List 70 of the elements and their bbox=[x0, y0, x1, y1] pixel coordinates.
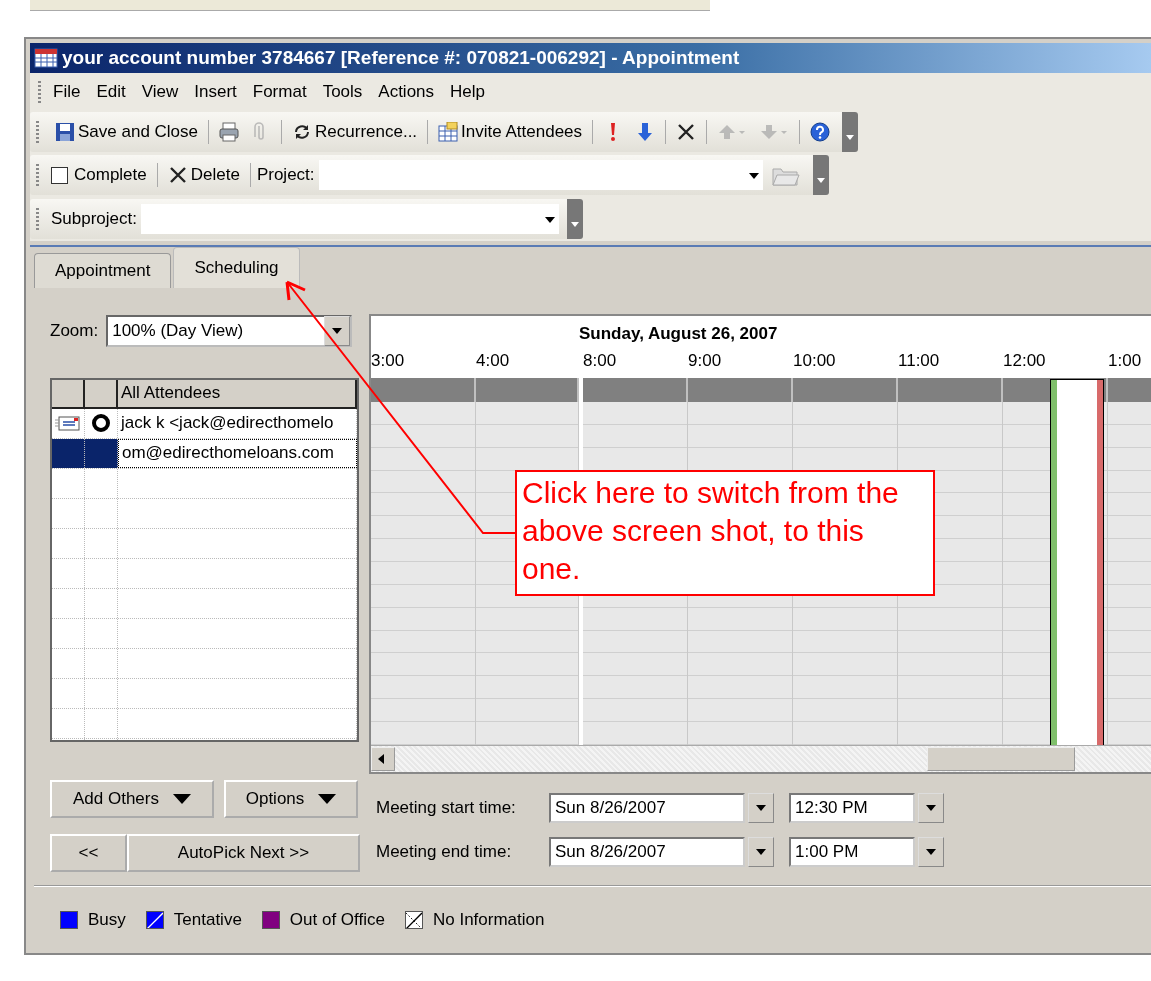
time-label: 11:00 bbox=[898, 350, 941, 372]
tab[interactable]: Appointment bbox=[34, 253, 172, 288]
scroll-bar[interactable] bbox=[371, 745, 1151, 772]
back-button[interactable]: << bbox=[50, 834, 127, 872]
field-label: Meeting start time: bbox=[376, 798, 517, 818]
checkbox[interactable] bbox=[51, 166, 68, 184]
time-label: 9:00 bbox=[688, 350, 723, 372]
options-button[interactable]: Options bbox=[224, 780, 358, 818]
menu-item[interactable]: Edit bbox=[92, 81, 138, 102]
tab[interactable]: Scheduling bbox=[173, 247, 300, 288]
menu-item[interactable]: File bbox=[49, 81, 93, 102]
toolbar-options-icon[interactable] bbox=[567, 199, 583, 240]
window-title: your account number 3784667 [Reference #: 070821-006292] - Appointment bbox=[62, 47, 740, 70]
help-icon[interactable] bbox=[810, 121, 831, 142]
caret-icon bbox=[173, 794, 191, 804]
zoom-dropdown[interactable]: 100% (Day View) bbox=[106, 315, 353, 347]
printer-icon[interactable] bbox=[219, 121, 240, 142]
legend-label: No Information bbox=[432, 910, 545, 930]
legend-label: Out of Office bbox=[289, 910, 385, 930]
attendee-name[interactable]: om@edirecthomeloans.com bbox=[118, 439, 357, 468]
time-field[interactable]: 1:00 PM bbox=[789, 837, 915, 867]
scroll-left-button[interactable] bbox=[371, 747, 395, 771]
delete-button[interactable]: Delete bbox=[163, 158, 244, 193]
calendar-envelope-icon bbox=[438, 121, 459, 142]
save-and-close-button[interactable]: Save and Close bbox=[51, 114, 203, 149]
autopick-next-button[interactable]: AutoPick Next >> bbox=[127, 834, 360, 872]
message-icon bbox=[55, 415, 81, 432]
toolbar-grip[interactable] bbox=[36, 208, 39, 231]
menu-item[interactable]: View bbox=[137, 81, 191, 102]
legend-label: Busy bbox=[88, 910, 126, 930]
menu-item[interactable]: Insert bbox=[190, 81, 249, 102]
toolbar-options-icon[interactable] bbox=[842, 111, 859, 152]
field-label: Zoom: bbox=[50, 321, 99, 341]
menu-item[interactable]: Help bbox=[446, 81, 498, 102]
save-icon bbox=[55, 121, 75, 142]
add-others-button[interactable]: Add Others bbox=[50, 780, 214, 818]
schedule-date: Sunday, August 26, 2007 bbox=[578, 323, 779, 344]
time-field[interactable]: 12:30 PM bbox=[789, 793, 915, 823]
callout-box: Click here to switch from the above screen shot, to this one. bbox=[515, 470, 935, 596]
date-field[interactable]: Sun 8/26/2007 bbox=[549, 793, 745, 823]
calendar-icon bbox=[34, 48, 58, 69]
scroll-thumb[interactable] bbox=[927, 747, 1075, 771]
caret-icon bbox=[318, 794, 337, 804]
time-label: 4:00 bbox=[476, 350, 511, 372]
time-label: 3:00 bbox=[371, 350, 406, 372]
recurrence-button[interactable]: Recurrence... bbox=[288, 114, 422, 149]
ring-icon bbox=[92, 414, 110, 433]
project-field[interactable] bbox=[318, 160, 763, 191]
menu-item[interactable]: Actions bbox=[374, 81, 447, 102]
subproject-field[interactable] bbox=[141, 204, 559, 235]
field-label: Meeting end time: bbox=[376, 842, 513, 862]
menu-item[interactable]: Tools bbox=[318, 81, 375, 102]
close-icon[interactable] bbox=[676, 121, 697, 142]
legend-label: Tentative bbox=[173, 910, 242, 930]
date-field[interactable]: Sun 8/26/2007 bbox=[549, 837, 745, 867]
toolbar-grip[interactable] bbox=[38, 80, 41, 103]
field-label: Subproject: bbox=[51, 209, 137, 230]
invite-attendees-button[interactable]: Invite Attendees bbox=[434, 114, 587, 149]
menu-item[interactable]: Format bbox=[248, 81, 319, 102]
meeting-slot[interactable] bbox=[1051, 380, 1103, 745]
time-label: 1:00 bbox=[1108, 350, 1143, 372]
field-label: Project: bbox=[256, 165, 315, 186]
time-label: 12:00 bbox=[1003, 350, 1047, 372]
toolbar-grip[interactable] bbox=[36, 120, 39, 143]
attendee-name[interactable]: jack k <jack@edirecthomelo bbox=[118, 409, 357, 438]
time-label: 8:00 bbox=[583, 350, 618, 372]
time-label: 10:00 bbox=[793, 350, 837, 372]
toolbar-options-icon[interactable] bbox=[812, 155, 829, 196]
checkbox-label[interactable]: Complete bbox=[74, 165, 147, 186]
toolbar-grip[interactable] bbox=[36, 164, 39, 187]
